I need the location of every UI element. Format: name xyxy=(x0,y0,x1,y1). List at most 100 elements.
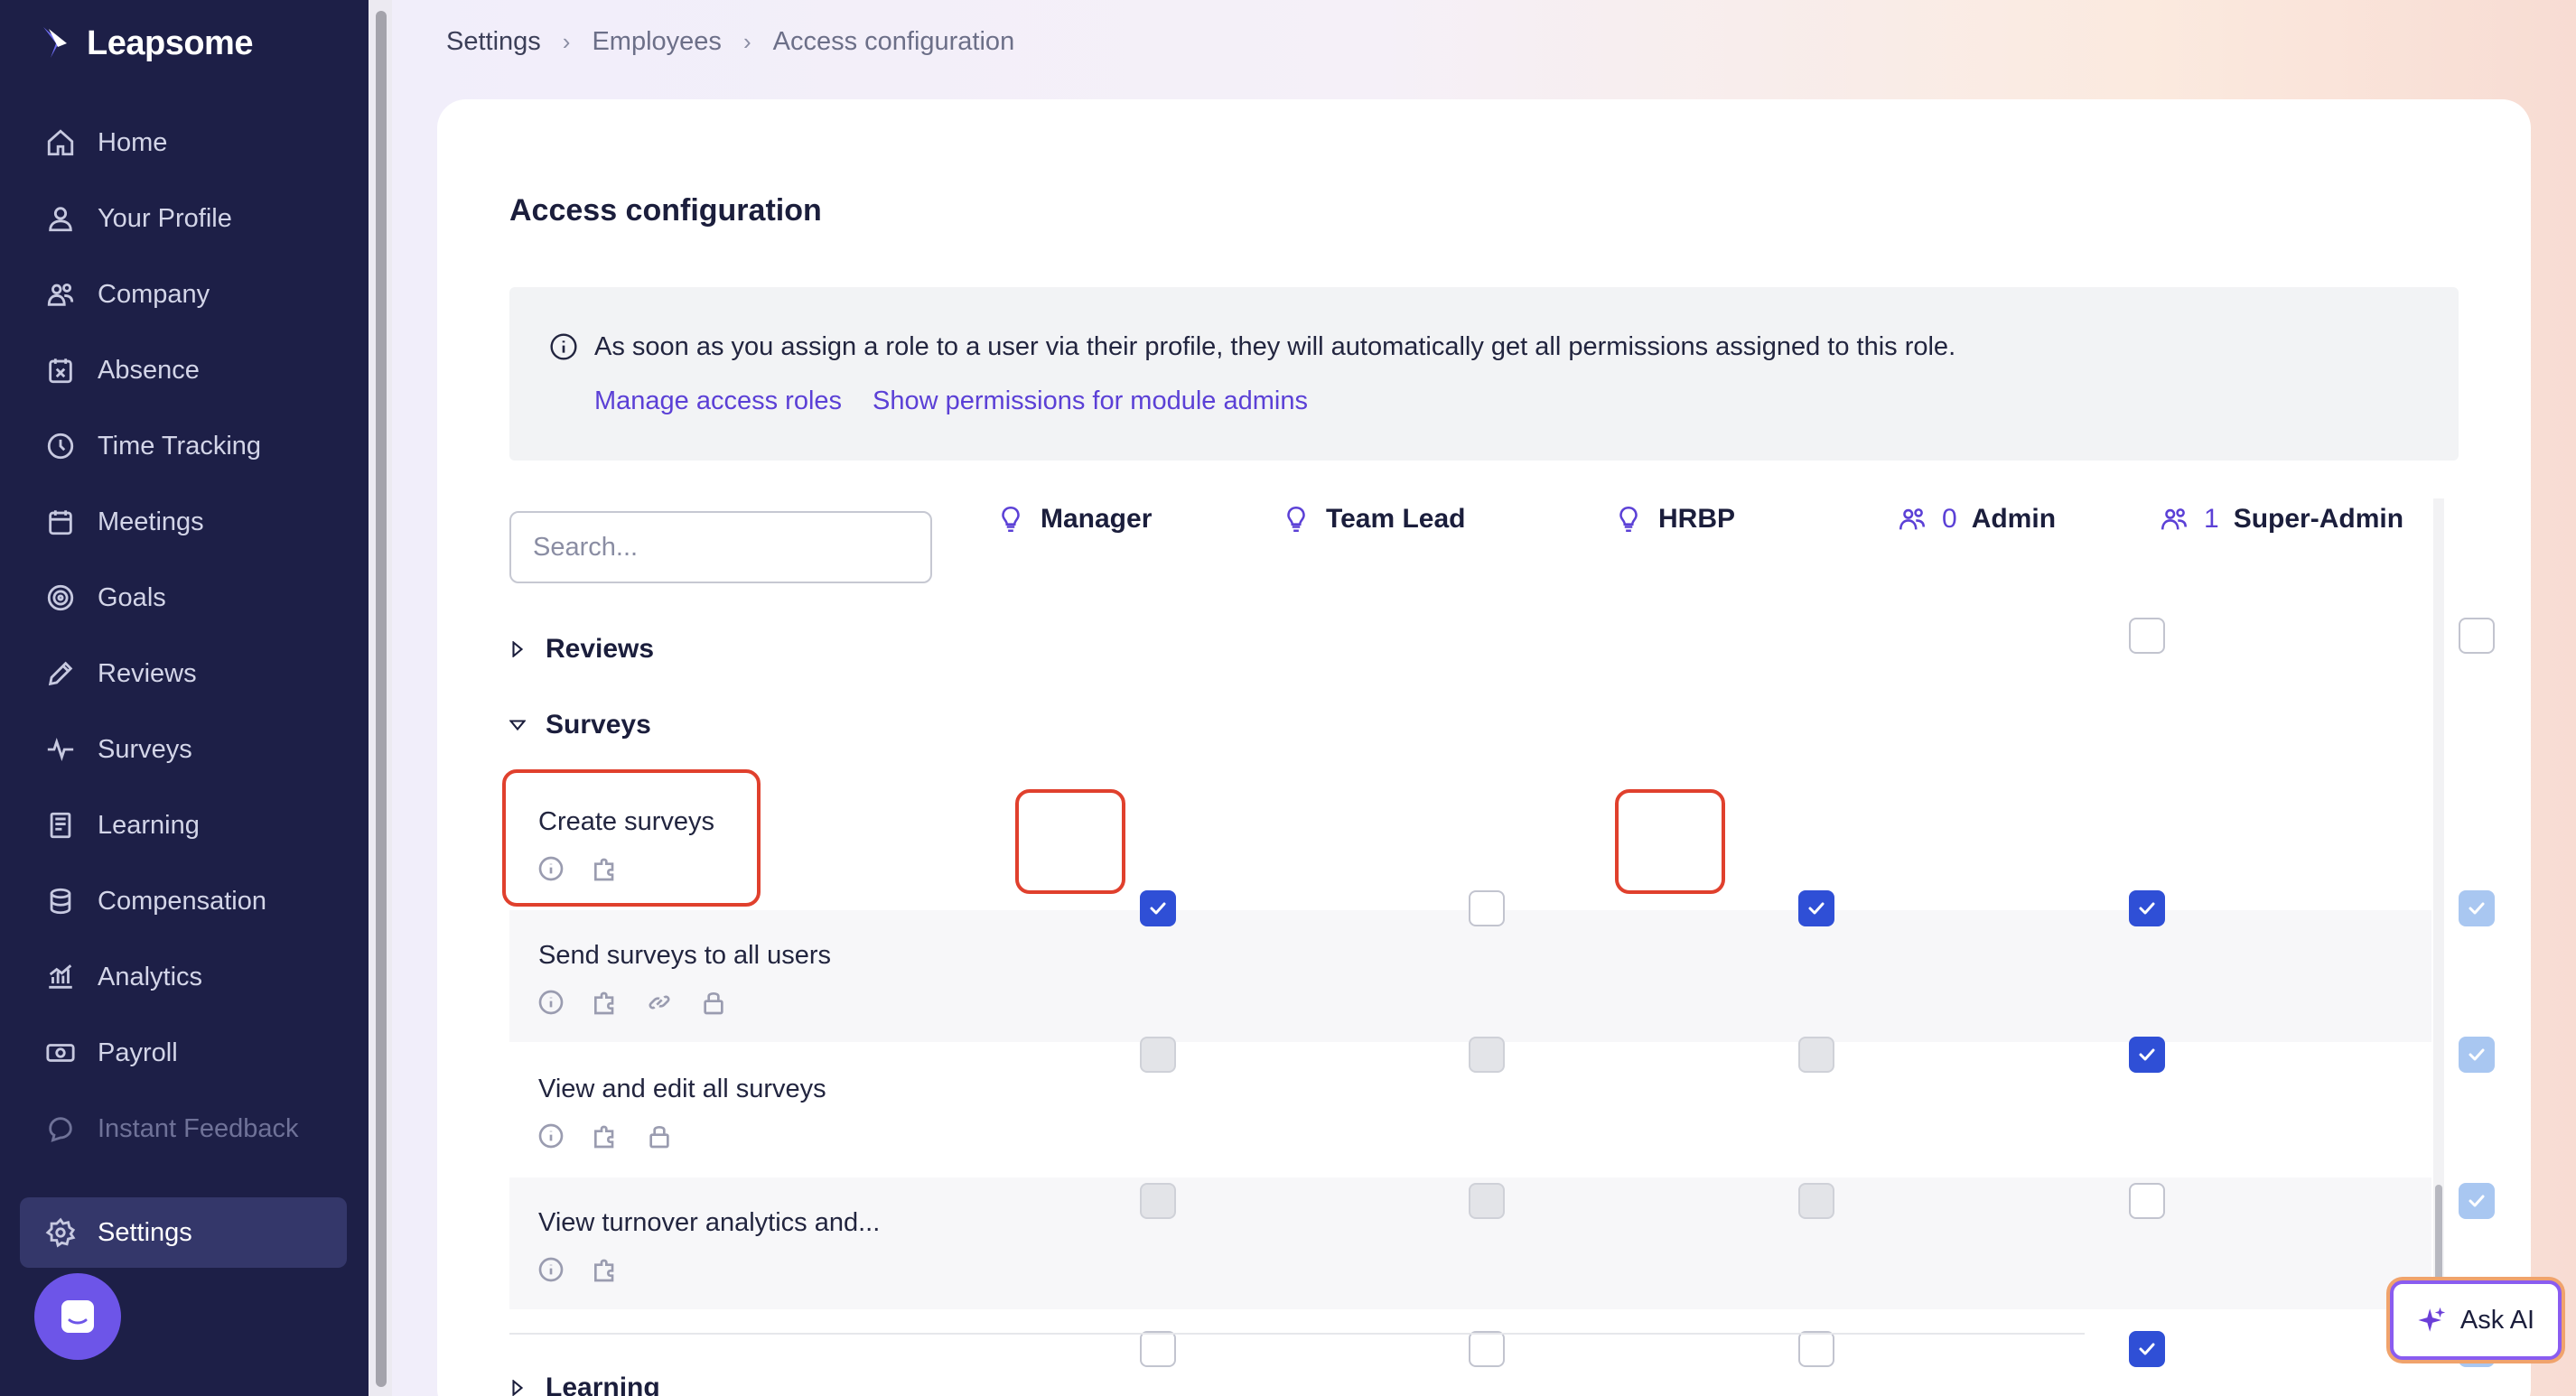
sidebar-item-label: Analytics xyxy=(98,962,203,991)
chart-icon xyxy=(45,962,76,992)
sidebar-item-compensation[interactable]: Compensation xyxy=(20,863,347,939)
puzzle-icon[interactable] xyxy=(591,1255,620,1284)
chevron-right-icon: › xyxy=(562,28,571,55)
lock-icon[interactable] xyxy=(645,1121,674,1150)
sidebar-nav: Home Your Profile Company Absence Time T… xyxy=(20,105,347,1268)
section-label: Learning xyxy=(546,1373,660,1396)
manage-access-roles-link[interactable]: Manage access roles xyxy=(594,386,842,416)
sidebar-item-absence[interactable]: Absence xyxy=(20,332,347,408)
users-icon xyxy=(1899,508,1926,530)
support-chat-button[interactable] xyxy=(34,1273,121,1360)
sidebar-item-time-tracking[interactable]: Time Tracking xyxy=(20,408,347,484)
row-label-view-edit-surveys: View and edit all surveys xyxy=(538,1075,826,1103)
leapsome-logo[interactable]: Leapsome xyxy=(40,23,253,63)
coins-icon xyxy=(45,886,76,917)
info-icon[interactable] xyxy=(537,1121,565,1150)
table-scrollbar[interactable] xyxy=(2433,498,2444,1311)
checkbox-view-edit-manager xyxy=(1140,1183,1176,1219)
sidebar-item-goals[interactable]: Goals xyxy=(20,560,347,636)
clock-icon xyxy=(45,431,76,461)
chevron-right-icon: › xyxy=(742,28,751,55)
checkbox-create-surveys-admin[interactable] xyxy=(2129,890,2165,926)
sidebar-item-learning[interactable]: Learning xyxy=(20,787,347,863)
leapsome-bird-icon xyxy=(43,27,67,58)
checkbox-send-surveys-team-lead xyxy=(1469,1037,1505,1073)
caret-down-icon xyxy=(509,720,526,731)
lightbulb-icon xyxy=(1287,506,1305,533)
lightbulb-icon xyxy=(1002,506,1020,533)
super-admin-select-all-checkbox[interactable] xyxy=(2459,618,2495,654)
sidebar-item-label: Time Tracking xyxy=(98,431,262,461)
breadcrumb-settings[interactable]: Settings xyxy=(446,27,541,57)
super-admin-count: 1 xyxy=(2204,504,2219,534)
checkbox-send-surveys-admin[interactable] xyxy=(2129,1037,2165,1073)
section-surveys-toggle[interactable]: Surveys xyxy=(509,710,651,740)
logo-text: Leapsome xyxy=(87,23,253,62)
puzzle-icon[interactable] xyxy=(591,988,620,1017)
lightbulb-icon xyxy=(1619,506,1638,533)
row-label-send-surveys: Send surveys to all users xyxy=(538,941,831,970)
lock-icon[interactable] xyxy=(699,988,728,1017)
checkbox-view-turnover-team-lead[interactable] xyxy=(1469,1331,1505,1367)
user-icon xyxy=(45,203,76,234)
sidebar-scrollbar[interactable] xyxy=(369,0,392,1396)
ask-ai-button[interactable]: Ask AI xyxy=(2390,1280,2562,1360)
sidebar-item-analytics[interactable]: Analytics xyxy=(20,939,347,1015)
pencil-icon xyxy=(45,658,76,689)
checkbox-view-turnover-hrbp[interactable] xyxy=(1798,1331,1834,1367)
sidebar-item-instant-feedback[interactable]: Instant Feedback xyxy=(20,1091,347,1167)
column-label: Admin xyxy=(1971,504,2057,534)
column-label: Team Lead xyxy=(1326,504,1466,534)
sidebar-item-reviews[interactable]: Reviews xyxy=(20,636,347,712)
column-label: Super-Admin xyxy=(2233,504,2404,534)
caret-right-icon xyxy=(512,641,524,657)
sidebar-item-settings[interactable]: Settings xyxy=(20,1197,347,1268)
sidebar-item-your-profile[interactable]: Your Profile xyxy=(20,181,347,256)
checkbox-create-surveys-manager[interactable] xyxy=(1140,890,1176,926)
info-banner: As soon as you assign a role to a user v… xyxy=(509,287,2459,461)
section-reviews-toggle[interactable]: Reviews xyxy=(509,634,654,665)
table-row-background xyxy=(509,910,2431,1042)
calendar-icon xyxy=(45,507,76,537)
column-header-manager: Manager xyxy=(995,504,1152,535)
breadcrumb: Settings › Employees › Access configurat… xyxy=(446,27,1014,57)
sidebar-item-meetings[interactable]: Meetings xyxy=(20,484,347,560)
sidebar-item-company[interactable]: Company xyxy=(20,256,347,332)
sidebar-item-surveys[interactable]: Surveys xyxy=(20,712,347,787)
breadcrumb-employees[interactable]: Employees xyxy=(592,27,721,57)
info-icon[interactable] xyxy=(537,988,565,1017)
home-icon xyxy=(45,127,76,158)
info-links: Manage access roles Show permissions for… xyxy=(594,386,1308,416)
checkbox-view-edit-super-admin[interactable] xyxy=(2459,1183,2495,1219)
sidebar-item-label: Surveys xyxy=(98,734,192,764)
checkbox-create-surveys-super-admin[interactable] xyxy=(2459,890,2495,926)
checkbox-create-surveys-team-lead[interactable] xyxy=(1469,890,1505,926)
show-module-admin-permissions-link[interactable]: Show permissions for module admins xyxy=(873,386,1308,416)
sidebar-item-payroll[interactable]: Payroll xyxy=(20,1015,347,1091)
sidebar-item-label: Home xyxy=(98,127,168,157)
calendar-x-icon xyxy=(45,355,76,386)
link-icon[interactable] xyxy=(645,988,674,1017)
checkbox-view-edit-admin[interactable] xyxy=(2129,1183,2165,1219)
admin-select-all-checkbox[interactable] xyxy=(2129,618,2165,654)
search-input[interactable] xyxy=(509,511,932,583)
section-label: Reviews xyxy=(546,634,655,664)
checkbox-view-turnover-admin[interactable] xyxy=(2129,1331,2165,1367)
sidebar-item-label: Goals xyxy=(98,582,166,612)
row-icons xyxy=(537,1121,674,1150)
sidebar-item-label: Absence xyxy=(98,355,200,385)
book-icon xyxy=(45,810,76,841)
checkbox-create-surveys-hrbp[interactable] xyxy=(1798,890,1834,926)
sidebar-item-label: Payroll xyxy=(98,1038,178,1067)
chat-icon xyxy=(45,1113,76,1144)
info-icon[interactable] xyxy=(537,1255,565,1284)
puzzle-icon[interactable] xyxy=(591,1121,620,1150)
section-learning-toggle[interactable]: Learning xyxy=(509,1373,660,1396)
money-icon xyxy=(45,1038,76,1068)
checkbox-view-turnover-manager[interactable] xyxy=(1140,1331,1176,1367)
sidebar-item-label: Company xyxy=(98,279,210,309)
users-icon xyxy=(2161,508,2188,530)
scrollbar-thumb[interactable] xyxy=(376,11,387,1387)
sidebar-item-home[interactable]: Home xyxy=(20,105,347,181)
checkbox-send-surveys-super-admin[interactable] xyxy=(2459,1037,2495,1073)
